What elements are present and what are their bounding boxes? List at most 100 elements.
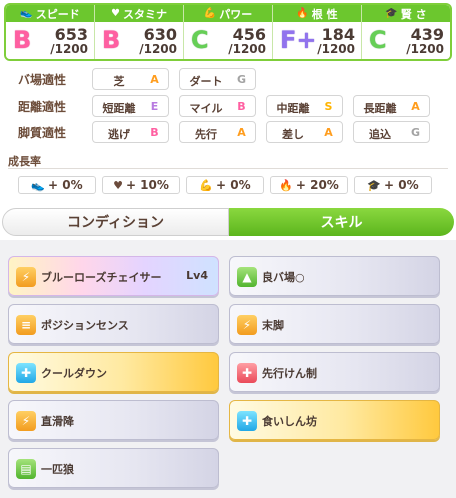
aptitude-name: 追込 xyxy=(369,128,391,141)
shoe-icon: 👟 xyxy=(20,8,33,19)
graduation-cap-icon: 🎓 xyxy=(385,8,398,19)
skill-cooldown[interactable]: ✚ クールダウン xyxy=(8,352,219,392)
stat-speed-header: 👟 スピード xyxy=(6,5,94,22)
skill-pace-chaser-pressure[interactable]: ✚ 先行けん制 xyxy=(229,352,440,392)
stat-wisdom-max: /1200 xyxy=(406,42,444,56)
skill-name: 一匹狼 xyxy=(41,463,74,476)
growth-rate-title: 成長率 xyxy=(8,155,41,168)
divider xyxy=(8,168,448,169)
stat-power-rank: C xyxy=(191,26,209,54)
skill-firm-conditions[interactable]: ▲ 良バ場○ xyxy=(229,256,440,296)
stat-power-header: 💪 パワー xyxy=(184,5,272,22)
stat-stamina-max: /1200 xyxy=(139,42,177,56)
stat-up-skill-icon: ▲ xyxy=(237,267,257,287)
stat-stamina-rank: B xyxy=(102,26,121,54)
aptitude-name: 中距離 xyxy=(276,102,310,115)
recovery-skill-icon: ✚ xyxy=(16,363,36,383)
growth-value: + 0% xyxy=(216,178,251,192)
stat-speed-label: スピード xyxy=(35,7,80,21)
tab-skill[interactable]: スキル xyxy=(229,208,454,236)
stat-stamina: ♥ スタミナ B 630/1200 xyxy=(95,5,184,59)
skill-name: 直滑降 xyxy=(41,415,74,428)
skill-lone-wolf[interactable]: ▤ 一匹狼 xyxy=(8,448,219,488)
aptitude-grade: G xyxy=(236,73,247,86)
skill-level: Lv4 xyxy=(186,269,208,282)
aptitude-name: マイル xyxy=(189,102,223,115)
aptitude-distance-row: 距離適性 短距離 E マイル B 中距離 S 長距離 A xyxy=(0,95,456,119)
aptitude-end-closer: 追込 G xyxy=(353,121,430,143)
stat-wisdom: 🎓 賢 さ C 439/1200 xyxy=(362,5,450,59)
aptitude-name: 差し xyxy=(282,128,304,141)
growth-value: + 20% xyxy=(295,178,339,192)
skill-name: 末脚 xyxy=(262,319,284,332)
aptitude-grade: B xyxy=(150,126,159,139)
growth-guts: 🔥 + 20% xyxy=(270,176,348,194)
speed-skill-icon: ⚡ xyxy=(16,411,36,431)
stat-guts: 🔥 根 性 F+ 184/1200 xyxy=(273,5,362,59)
skill-name: クールダウン xyxy=(41,367,107,380)
tab-bar: コンディション スキル xyxy=(2,208,454,236)
skill-name: 先行けん制 xyxy=(262,367,317,380)
skill-blue-rose-chaser[interactable]: ⚡ ブルーローズチェイサー Lv4 xyxy=(8,256,219,296)
stat-wisdom-header: 🎓 賢 さ xyxy=(362,5,450,22)
aptitude-grade: A xyxy=(237,126,246,139)
aptitude-name: 逃げ xyxy=(108,128,130,141)
aptitude-grade: A xyxy=(324,126,333,139)
aptitude-grade: A xyxy=(150,73,159,86)
graduation-cap-icon: 🎓 xyxy=(367,178,382,192)
aptitude-sprint: 短距離 E xyxy=(92,95,169,117)
aptitude-name: ダート xyxy=(189,75,223,88)
aptitude-style-row: 脚質適性 逃げ B 先行 A 差し A 追込 G xyxy=(0,121,456,145)
aptitude-late-surger: 差し A xyxy=(266,121,343,143)
aptitude-grade: G xyxy=(410,126,421,139)
stat-guts-label: 根 性 xyxy=(311,7,338,21)
aptitude-style-label: 脚質適性 xyxy=(18,126,67,140)
aptitude-track-label: バ場適性 xyxy=(18,73,67,87)
stat-speed-rank: B xyxy=(13,26,32,54)
stat-power-label: パワー xyxy=(219,7,253,21)
skill-name: ブルーローズチェイサー xyxy=(41,271,162,284)
growth-value: + 0% xyxy=(48,178,83,192)
aptitude-grade: A xyxy=(411,100,420,113)
recovery-skill-icon: ✚ xyxy=(237,411,257,431)
speed-skill-icon: ⚡ xyxy=(237,315,257,335)
stat-guts-header: 🔥 根 性 xyxy=(273,5,361,22)
skill-name: ポジションセンス xyxy=(41,319,129,332)
heart-icon: ♥ xyxy=(111,8,120,19)
aptitude-front-runner: 逃げ B xyxy=(92,121,169,143)
growth-speed: 👟 + 0% xyxy=(18,176,96,194)
stat-stamina-header: ♥ スタミナ xyxy=(95,5,183,22)
aptitude-grade: E xyxy=(150,100,159,113)
muscle-icon: 💪 xyxy=(203,8,217,19)
aptitude-grade: S xyxy=(324,100,333,113)
shoe-icon: 👟 xyxy=(31,178,46,192)
flame-icon: 🔥 xyxy=(279,178,293,192)
aptitude-dirt: ダート G xyxy=(179,68,256,90)
aptitude-grade: B xyxy=(237,100,246,113)
stat-wisdom-rank: C xyxy=(369,26,387,54)
aptitude-turf: 芝A xyxy=(92,68,169,90)
speed-skill-icon: ⚡ xyxy=(16,267,36,287)
growth-value: + 0% xyxy=(384,178,419,192)
skill-position-sense[interactable]: ≡ ポジションセンス xyxy=(8,304,219,344)
aptitude-name: 芝 xyxy=(113,75,125,88)
stats-panel: 👟 スピード B 653/1200 ♥ スタミナ B 630/1200 💪 パワー C 45… xyxy=(4,3,452,61)
flame-icon: 🔥 xyxy=(296,8,309,19)
stat-guts-max: /1200 xyxy=(317,42,355,56)
growth-power: 💪 + 0% xyxy=(186,176,264,194)
aptitude-distance-label: 距離適性 xyxy=(18,100,67,114)
muscle-icon: 💪 xyxy=(199,178,214,192)
debuff-skill-icon: ✚ xyxy=(237,363,257,383)
aptitude-long: 長距離 A xyxy=(353,95,430,117)
growth-wisdom: 🎓 + 0% xyxy=(354,176,432,194)
tab-condition[interactable]: コンディション xyxy=(2,208,229,236)
stat-stamina-label: スタミナ xyxy=(122,7,167,21)
stat-guts-rank: F+ xyxy=(280,26,317,54)
aptitude-pace-chaser: 先行 A xyxy=(179,121,256,143)
skill-final-leg[interactable]: ⚡ 末脚 xyxy=(229,304,440,344)
skill-name: 良バ場○ xyxy=(262,271,305,284)
stat-wisdom-label: 賢 さ xyxy=(400,7,427,21)
skill-downhill[interactable]: ⚡ 直滑降 xyxy=(8,400,219,440)
skill-glutton[interactable]: ✚ 食いしん坊 xyxy=(229,400,440,440)
aptitude-mile: マイル B xyxy=(179,95,256,117)
